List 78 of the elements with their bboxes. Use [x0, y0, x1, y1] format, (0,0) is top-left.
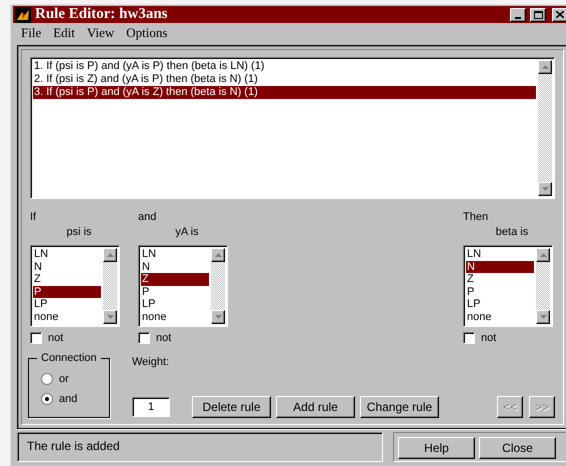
menu-item[interactable]: Options: [120, 25, 174, 41]
scroll-up-button[interactable]: [211, 248, 225, 262]
close-icon: [556, 11, 564, 18]
down-triangle-icon: [540, 315, 546, 319]
weight-label: Weight:: [132, 356, 170, 368]
list-option[interactable]: Z: [466, 273, 534, 286]
footer-button[interactable]: Help: [398, 437, 475, 459]
list-option[interactable]: LN: [141, 248, 209, 261]
menu-item[interactable]: File: [15, 25, 48, 41]
variable-label: yA is: [174, 225, 200, 240]
rule-item[interactable]: 2. If (psi is Z) and (yA is P) then (beta is N) (1): [33, 73, 536, 86]
list-option[interactable]: N: [466, 260, 534, 274]
list-option[interactable]: LN: [466, 248, 534, 261]
radio-button[interactable]: [41, 393, 53, 405]
close-button[interactable]: [552, 8, 566, 22]
not-label: not: [481, 332, 496, 344]
list-option[interactable]: none: [141, 310, 209, 324]
rule-item[interactable]: 1. If (psi is P) and (yA is P) then (beta is LN) (1): [33, 60, 536, 73]
menu-item[interactable]: Edit: [47, 25, 81, 41]
list-option[interactable]: P: [141, 286, 209, 298]
minimize-button[interactable]: [510, 8, 526, 22]
scroll-down-button[interactable]: [536, 310, 550, 324]
variable-label: psi is: [65, 225, 93, 240]
connector-label: If: [30, 210, 38, 225]
list-option[interactable]: LN: [33, 248, 101, 261]
list-option[interactable]: Z: [33, 273, 101, 286]
down-triangle-icon: [106, 315, 114, 319]
rule-item[interactable]: 3. If (psi is P) and (yA is Z) then (beta is N) (1): [33, 86, 536, 99]
rules-listbox[interactable]: 1. If (psi is P) and (yA is P) then (beta is LN) (1) 2. If (psi is Z) and (yA is P) then (beta is N) (1) 3. If (psi is P) and (yA is Z) then (beta is N) (1): [30, 57, 555, 199]
list-option[interactable]: Z: [141, 273, 209, 286]
scroll-down-button[interactable]: [103, 310, 117, 324]
membership-listbox[interactable]: LN N Z P LP none: [463, 245, 553, 327]
variable-label: beta is: [494, 225, 530, 240]
radio-button[interactable]: [41, 373, 53, 385]
not-label: not: [48, 332, 64, 344]
status-message: The rule is added: [17, 432, 383, 462]
menu-item[interactable]: View: [80, 25, 120, 41]
not-label: not: [156, 332, 172, 344]
not-checkbox[interactable]: [138, 332, 150, 344]
list-option[interactable]: P: [33, 286, 101, 298]
connector-label: and: [138, 210, 158, 225]
radio-label: or: [59, 373, 69, 385]
not-checkbox[interactable]: [30, 332, 42, 344]
list-option[interactable]: P: [466, 286, 534, 298]
footer-button[interactable]: Close: [479, 437, 556, 459]
window-title: Rule Editor: hw3ans: [35, 6, 169, 23]
list-option[interactable]: LP: [466, 298, 534, 311]
maximize-button[interactable]: [530, 8, 546, 22]
action-button[interactable]: Change rule: [360, 396, 439, 418]
connector-label: Then: [463, 210, 490, 225]
action-button[interactable]: Add rule: [276, 396, 355, 418]
radio-label: and: [59, 393, 78, 405]
down-triangle-icon: [542, 187, 548, 191]
up-triangle-icon: [106, 253, 114, 257]
list-option[interactable]: LP: [141, 298, 209, 311]
up-triangle-icon: [214, 253, 222, 257]
not-checkbox[interactable]: [463, 332, 475, 344]
scroll-down-button[interactable]: [538, 182, 552, 196]
list-option[interactable]: N: [141, 260, 209, 274]
up-triangle-icon: [540, 253, 546, 257]
list-option[interactable]: LP: [33, 298, 101, 311]
maximize-icon: [534, 10, 542, 18]
action-button[interactable]: Delete rule: [192, 396, 271, 418]
scroll-up-button[interactable]: [536, 248, 550, 262]
group-title: Connection: [37, 352, 101, 364]
down-triangle-icon: [214, 315, 222, 319]
list-option[interactable]: none: [33, 310, 101, 324]
scroll-down-button[interactable]: [211, 310, 225, 324]
membership-listbox[interactable]: LN N Z P LP none: [30, 245, 120, 327]
list-option[interactable]: none: [466, 310, 534, 324]
scroll-up-button[interactable]: [538, 60, 552, 74]
weight-field[interactable]: 1: [132, 397, 170, 417]
up-triangle-icon: [542, 65, 548, 69]
minimize-icon: [515, 16, 521, 18]
scroll-up-button[interactable]: [103, 248, 117, 262]
membership-listbox[interactable]: LN N Z P LP none: [138, 245, 228, 327]
app-logo-icon: [15, 6, 31, 22]
list-option[interactable]: N: [33, 260, 101, 274]
